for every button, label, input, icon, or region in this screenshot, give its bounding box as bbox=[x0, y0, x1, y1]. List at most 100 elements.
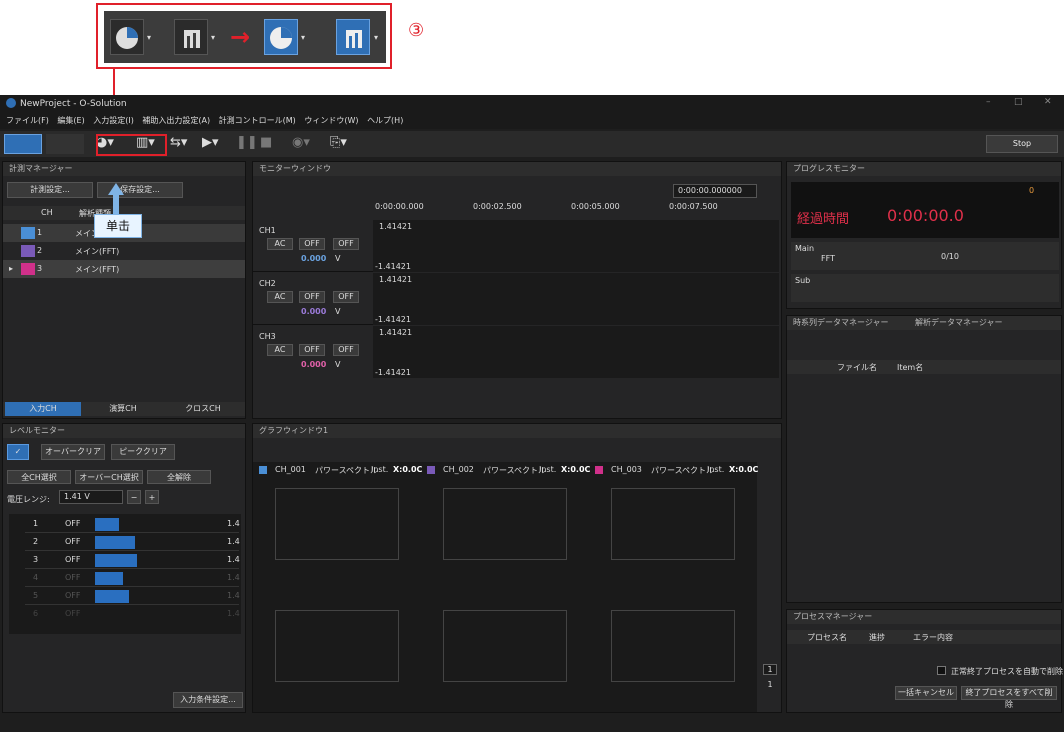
measure-settings-button[interactable]: 計測設定... bbox=[7, 182, 93, 198]
record-button[interactable]: ◉▾ bbox=[292, 135, 310, 150]
level-row[interactable]: 2 OFF 1.4 bbox=[25, 534, 240, 551]
off-button[interactable]: OFF bbox=[333, 344, 359, 356]
play-button[interactable]: ▶▾ bbox=[202, 135, 219, 150]
menu-file[interactable]: ファイル(F) bbox=[6, 113, 49, 129]
layout2-button[interactable] bbox=[46, 134, 84, 154]
col-progress: 進捗 bbox=[869, 633, 885, 642]
menu-edit[interactable]: 編集(E) bbox=[57, 113, 84, 129]
graph-cell[interactable] bbox=[443, 488, 567, 560]
minimize-icon[interactable]: – bbox=[986, 97, 991, 107]
waveform-area: 1.41421 -1.41421 bbox=[373, 220, 779, 272]
click-tooltip: 单击 bbox=[94, 214, 142, 238]
channel-name[interactable]: CH2 bbox=[259, 279, 276, 288]
pause-button[interactable]: ❚❚ bbox=[236, 135, 258, 150]
menu-control[interactable]: 計測コントロール(M) bbox=[219, 113, 296, 129]
analysis-type: メイン(FFT) bbox=[75, 265, 120, 274]
graph-cell[interactable] bbox=[611, 488, 735, 560]
chevron-down-icon: ▾ bbox=[374, 33, 379, 42]
level-bar bbox=[95, 518, 119, 531]
graph-cell[interactable] bbox=[275, 488, 399, 560]
process-manager-panel: プロセスマネージャー プロセス名 進捗 エラー内容 正常終了プロセスを自動で削除… bbox=[786, 609, 1063, 713]
page-indicator[interactable]: 1 bbox=[763, 664, 777, 675]
export-button[interactable]: ⎘▾ bbox=[330, 135, 347, 150]
channel-unit: V bbox=[335, 360, 341, 369]
ac-button[interactable]: AC bbox=[267, 344, 293, 356]
graph-cell[interactable] bbox=[611, 610, 735, 682]
channel-unit: V bbox=[335, 254, 341, 263]
y-top: 1.41421 bbox=[379, 275, 413, 284]
table-row[interactable]: ▸ 3 メイン(FFT) bbox=[3, 260, 245, 278]
tab-calc-ch[interactable]: 演算CH bbox=[85, 402, 161, 416]
close-icon[interactable]: ✕ bbox=[1044, 97, 1052, 107]
chevron-down-icon: ▾ bbox=[301, 33, 306, 42]
off-button[interactable]: OFF bbox=[299, 344, 325, 356]
maximize-icon[interactable]: □ bbox=[1014, 97, 1023, 107]
graph-kind: パワースペクトル bbox=[315, 466, 379, 475]
color-swatch bbox=[21, 263, 35, 275]
tab-cross-ch[interactable]: クロスCH bbox=[165, 402, 241, 416]
over-clear-button[interactable]: オーバークリア bbox=[41, 444, 105, 460]
menu-window[interactable]: ウィンドウ(W) bbox=[304, 113, 358, 129]
release-all-button[interactable]: 全解除 bbox=[147, 470, 211, 484]
legend-swatch bbox=[427, 466, 435, 474]
auto-scale-button[interactable]: ✓ bbox=[7, 444, 29, 460]
off-button[interactable]: OFF bbox=[299, 238, 325, 250]
level-table: 1 OFF 1.4 2 OFF 1.4 3 OFF 1.4 4 OFF 1.4 … bbox=[9, 514, 241, 634]
table-row[interactable]: 2 メイン(FFT) bbox=[3, 242, 245, 260]
off-button[interactable]: OFF bbox=[333, 291, 359, 303]
tab-input-ch[interactable]: 入力CH bbox=[5, 402, 81, 416]
y-bottom: -1.41421 bbox=[375, 315, 411, 324]
ac-button[interactable]: AC bbox=[267, 291, 293, 303]
tab-time-series[interactable]: 時系列データマネージャー bbox=[793, 318, 888, 327]
stop-square-button[interactable]: ■ bbox=[260, 135, 272, 150]
col-name: プロセス名 bbox=[807, 633, 847, 642]
ch-number: 1 bbox=[37, 228, 43, 237]
stop-button[interactable]: Stop bbox=[986, 135, 1058, 153]
menu-input[interactable]: 入力設定(I) bbox=[93, 113, 134, 129]
y-top: 1.41421 bbox=[379, 222, 413, 231]
range-select[interactable]: 1.41 V bbox=[59, 490, 123, 504]
bar-chart-icon bbox=[184, 30, 200, 48]
level-max: 1.4 bbox=[227, 537, 240, 546]
auto-delete-checkbox[interactable] bbox=[937, 666, 946, 675]
menu-help[interactable]: ヘルプ(H) bbox=[367, 113, 403, 129]
range-minus-button[interactable]: − bbox=[127, 490, 141, 504]
cancel-all-button[interactable]: 一括キャンセル bbox=[895, 686, 957, 700]
graph-x: X:0.0C bbox=[729, 465, 759, 474]
range-plus-button[interactable]: + bbox=[145, 490, 159, 504]
channel-name[interactable]: CH3 bbox=[259, 332, 276, 341]
level-row[interactable]: 1 OFF 1.4 bbox=[25, 516, 240, 533]
channel-row: CH3 AC OFF OFF 0.000 V 1.41421 -1.41421 bbox=[253, 326, 779, 378]
select-over-ch-button[interactable]: オーバーCH選択 bbox=[75, 470, 143, 484]
peak-clear-button[interactable]: ピーククリア bbox=[111, 444, 175, 460]
channel-unit: V bbox=[335, 307, 341, 316]
off-button[interactable]: OFF bbox=[299, 291, 325, 303]
off-button[interactable]: OFF bbox=[333, 238, 359, 250]
color-swatch bbox=[21, 227, 35, 239]
layout1-button[interactable] bbox=[4, 134, 42, 154]
select-all-ch-button[interactable]: 全CH選択 bbox=[7, 470, 71, 484]
tab-analysis[interactable]: 解析データマネージャー bbox=[915, 318, 1002, 327]
level-row[interactable]: 4 OFF 1.4 bbox=[25, 570, 240, 587]
input-condition-button[interactable]: 入力条件設定... bbox=[173, 692, 243, 708]
time-axis: 0:00:00.000 0:00:02.500 0:00:05.000 0:00… bbox=[373, 202, 779, 214]
time-tick: 0:00:02.500 bbox=[473, 202, 522, 211]
level-row[interactable]: 5 OFF 1.4 bbox=[25, 588, 240, 605]
callout-toolbar-preview: ▾ ▾ → ▾ ▾ bbox=[104, 11, 386, 63]
level-bar bbox=[95, 572, 123, 585]
pie-chart-icon bbox=[270, 27, 292, 49]
elapsed-time: 0:00:00.0 bbox=[887, 206, 964, 225]
graph-cell[interactable] bbox=[443, 610, 567, 682]
delete-finished-button[interactable]: 終了プロセスをすべて削除 bbox=[961, 686, 1057, 709]
channel-name[interactable]: CH1 bbox=[259, 226, 276, 235]
fft-label: FFT bbox=[821, 254, 835, 263]
menu-aux[interactable]: 補助入出力設定(A) bbox=[142, 113, 210, 129]
graph-cell[interactable] bbox=[275, 610, 399, 682]
ac-button[interactable]: AC bbox=[267, 238, 293, 250]
level-row[interactable]: 3 OFF 1.4 bbox=[25, 552, 240, 569]
sync-button[interactable]: ⇆▾ bbox=[170, 135, 187, 150]
graph-ch: CH_003 bbox=[611, 465, 642, 474]
ch-number: 3 bbox=[33, 555, 39, 564]
level-row[interactable]: 6 OFF 1.4 bbox=[25, 606, 240, 623]
waveform-area: 1.41421 -1.41421 bbox=[373, 326, 779, 378]
